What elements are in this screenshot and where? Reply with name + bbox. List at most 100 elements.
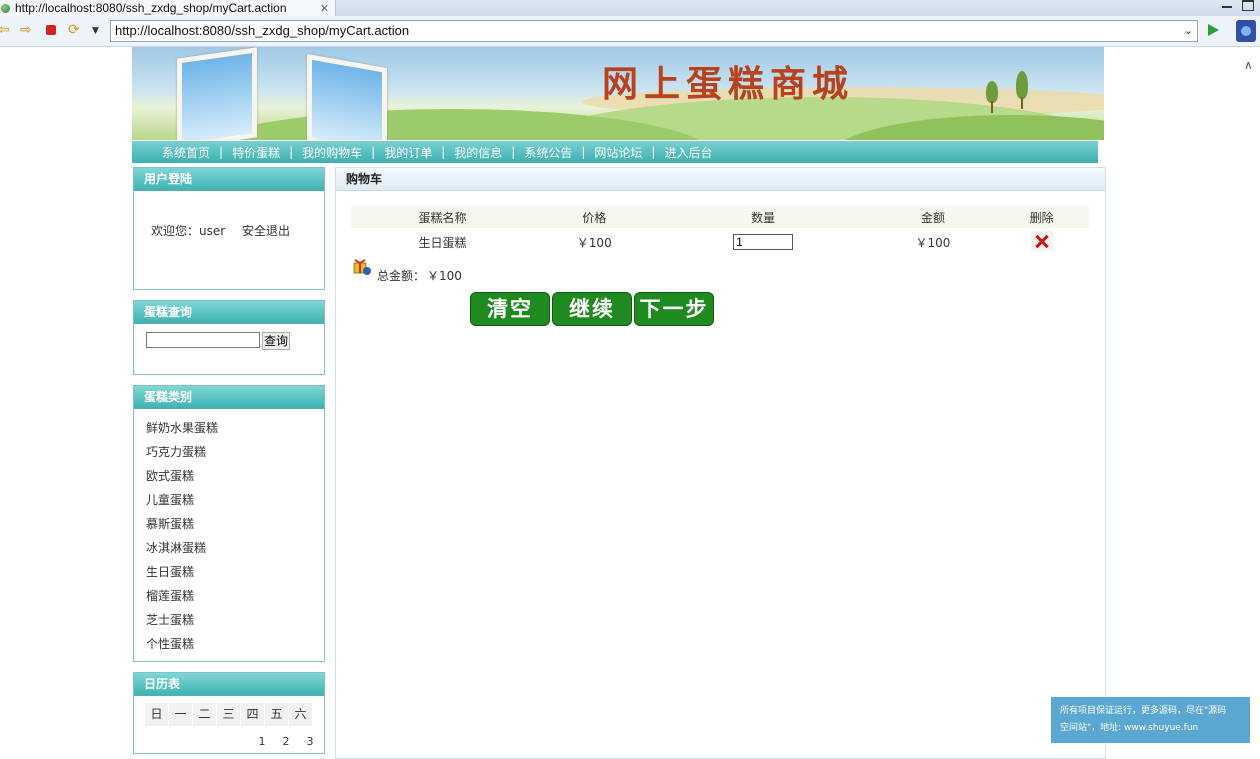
welcome-text: 欢迎您：user [151, 224, 226, 238]
menu-separator: | [219, 145, 224, 159]
calendar-dates: 1 2 3 [250, 735, 322, 748]
menu-separator: | [511, 145, 516, 159]
url-bar[interactable]: http://localhost:8080/ssh_zxdg_shop/myCa… [110, 20, 1198, 42]
main-menu: 系统首页 | 特价蛋糕 | 我的购物车 | 我的订单 | 我的信息 | 系统公告… [132, 141, 1098, 163]
weekday-label: 一 [169, 703, 192, 726]
calendar-date[interactable]: 3 [298, 735, 322, 748]
weekday-label: 日 [145, 703, 168, 726]
weekday-label: 五 [265, 703, 288, 726]
cell-price: ￥100 [576, 235, 612, 250]
cart-header-row: 蛋糕名称 价格 数量 金额 删除 [351, 206, 1089, 228]
category-item[interactable]: 冰淇淋蛋糕 [146, 536, 218, 560]
login-box: 用户登陆 欢迎您：user 安全退出 [133, 167, 325, 290]
menu-separator: | [371, 145, 376, 159]
category-box-title: 蛋糕类别 [134, 386, 324, 409]
banner-window-image [177, 47, 257, 140]
menu-separator: | [581, 145, 586, 159]
weekday-label: 四 [241, 703, 264, 726]
go-icon[interactable] [1208, 24, 1219, 36]
category-item[interactable]: 个性蛋糕 [146, 632, 218, 656]
watermark-line: 所有项目保证运行，更多源码，尽在"源码 [1060, 706, 1227, 716]
banner-window-image [307, 53, 387, 140]
clear-cart-button[interactable]: 清空 [470, 292, 550, 326]
scroll-up-icon[interactable]: ∧ [1244, 58, 1253, 72]
search-input[interactable] [146, 332, 260, 348]
menu-specials[interactable]: 特价蛋糕 [232, 144, 280, 161]
menu-profile[interactable]: 我的信息 [454, 144, 502, 161]
menu-separator: | [651, 145, 656, 159]
search-button[interactable]: 查询 [262, 332, 290, 350]
forward-icon[interactable]: ⇨ [20, 22, 32, 38]
tab-close-icon[interactable]: ✕ [320, 2, 329, 15]
calendar-weekdays: 日 一 二 三 四 五 六 [145, 703, 313, 726]
browser-tab-bar: http://localhost:8080/ssh_zxdg_shop/myCa… [0, 0, 1260, 16]
next-step-button[interactable]: 下一步 [634, 292, 714, 326]
tab-title: http://localhost:8080/ssh_zxdg_shop/myCa… [15, 1, 287, 15]
watermark-line: 空间站"，地址: www.shuyue.fun [1060, 723, 1199, 733]
url-text: http://localhost:8080/ssh_zxdg_shop/myCa… [115, 23, 410, 38]
cell-delete [994, 228, 1089, 256]
minimize-icon[interactable] [1222, 6, 1232, 8]
menu-forum[interactable]: 网站论坛 [594, 144, 642, 161]
menu-notices[interactable]: 系统公告 [524, 144, 572, 161]
category-item[interactable]: 榴莲蛋糕 [146, 584, 218, 608]
calendar-box: 日历表 日 一 二 三 四 五 六 1 2 3 [133, 672, 325, 754]
weekday-label: 三 [217, 703, 240, 726]
table-row: 生日蛋糕 ￥100 ￥100 [351, 228, 1089, 256]
stop-icon[interactable] [46, 25, 56, 35]
tree-trunk [1021, 97, 1023, 109]
continue-shopping-button[interactable]: 继续 [552, 292, 632, 326]
category-item[interactable]: 慕斯蛋糕 [146, 512, 218, 536]
site-banner: 网上蛋糕商城 [132, 47, 1104, 140]
back-icon[interactable]: ⇦ [0, 22, 10, 38]
search-box-title: 蛋糕查询 [134, 301, 324, 324]
search-box: 蛋糕查询 查询 [133, 300, 325, 375]
cell-quantity [655, 228, 872, 256]
globe-icon [1, 3, 10, 13]
url-dropdown-icon[interactable]: ⌄ [1184, 21, 1193, 41]
category-item[interactable]: 芝士蛋糕 [146, 608, 218, 632]
extension-icon[interactable] [1236, 20, 1256, 42]
tree-image [1016, 71, 1028, 99]
total-value: ￥100 [427, 269, 462, 283]
menu-admin[interactable]: 进入后台 [664, 144, 712, 161]
category-list: 鲜奶水果蛋糕 巧克力蛋糕 欧式蛋糕 儿童蛋糕 慕斯蛋糕 冰淇淋蛋糕 生日蛋糕 榴… [146, 416, 218, 656]
total-label: 总金额： [377, 269, 426, 283]
maximize-icon[interactable] [1242, 0, 1254, 11]
login-box-title: 用户登陆 [134, 168, 324, 191]
cart-panel: 购物车 蛋糕名称 价格 数量 金额 删除 生日蛋糕 ￥100 ￥100 [335, 167, 1106, 759]
watermark-notice: 所有项目保证运行，更多源码，尽在"源码 空间站"，地址: www.shuyue.… [1051, 697, 1250, 743]
category-item[interactable]: 巧克力蛋糕 [146, 440, 218, 464]
category-item[interactable]: 鲜奶水果蛋糕 [146, 416, 218, 440]
col-header-name: 蛋糕名称 [351, 206, 534, 228]
delete-icon[interactable] [1030, 230, 1053, 251]
cell-name: 生日蛋糕 [418, 235, 467, 250]
tree-image [986, 81, 998, 103]
col-header-amount: 金额 [871, 206, 995, 228]
tree-trunk [991, 101, 993, 113]
weekday-label: 六 [289, 703, 312, 726]
menu-cart[interactable]: 我的购物车 [302, 144, 362, 161]
calendar-date[interactable]: 1 [250, 735, 274, 748]
col-header-price: 价格 [534, 206, 655, 228]
category-item[interactable]: 生日蛋糕 [146, 560, 218, 584]
refresh-icon[interactable]: ⟳ [68, 22, 80, 38]
cart-title: 购物车 [336, 168, 1105, 191]
quantity-input[interactable] [733, 234, 794, 250]
browser-tab[interactable]: http://localhost:8080/ssh_zxdg_shop/myCa… [0, 0, 336, 16]
calendar-box-title: 日历表 [134, 673, 324, 696]
nav-dropdown-icon[interactable]: ▼ [92, 23, 99, 39]
cell-amount: ￥100 [915, 235, 951, 250]
category-item[interactable]: 欧式蛋糕 [146, 464, 218, 488]
site-title: 网上蛋糕商城 [602, 63, 855, 105]
col-header-delete: 删除 [994, 206, 1089, 228]
logout-link[interactable]: 安全退出 [242, 222, 290, 239]
category-box: 蛋糕类别 鲜奶水果蛋糕 巧克力蛋糕 欧式蛋糕 儿童蛋糕 慕斯蛋糕 冰淇淋蛋糕 生… [133, 385, 325, 662]
category-item[interactable]: 儿童蛋糕 [146, 488, 218, 512]
cart-table: 蛋糕名称 价格 数量 金额 删除 生日蛋糕 ￥100 ￥100 [351, 206, 1089, 256]
weekday-label: 二 [193, 703, 216, 726]
calendar-date[interactable]: 2 [274, 735, 298, 748]
menu-orders[interactable]: 我的订单 [384, 144, 432, 161]
menu-home[interactable]: 系统首页 [162, 144, 210, 161]
col-header-quantity: 数量 [654, 206, 872, 228]
